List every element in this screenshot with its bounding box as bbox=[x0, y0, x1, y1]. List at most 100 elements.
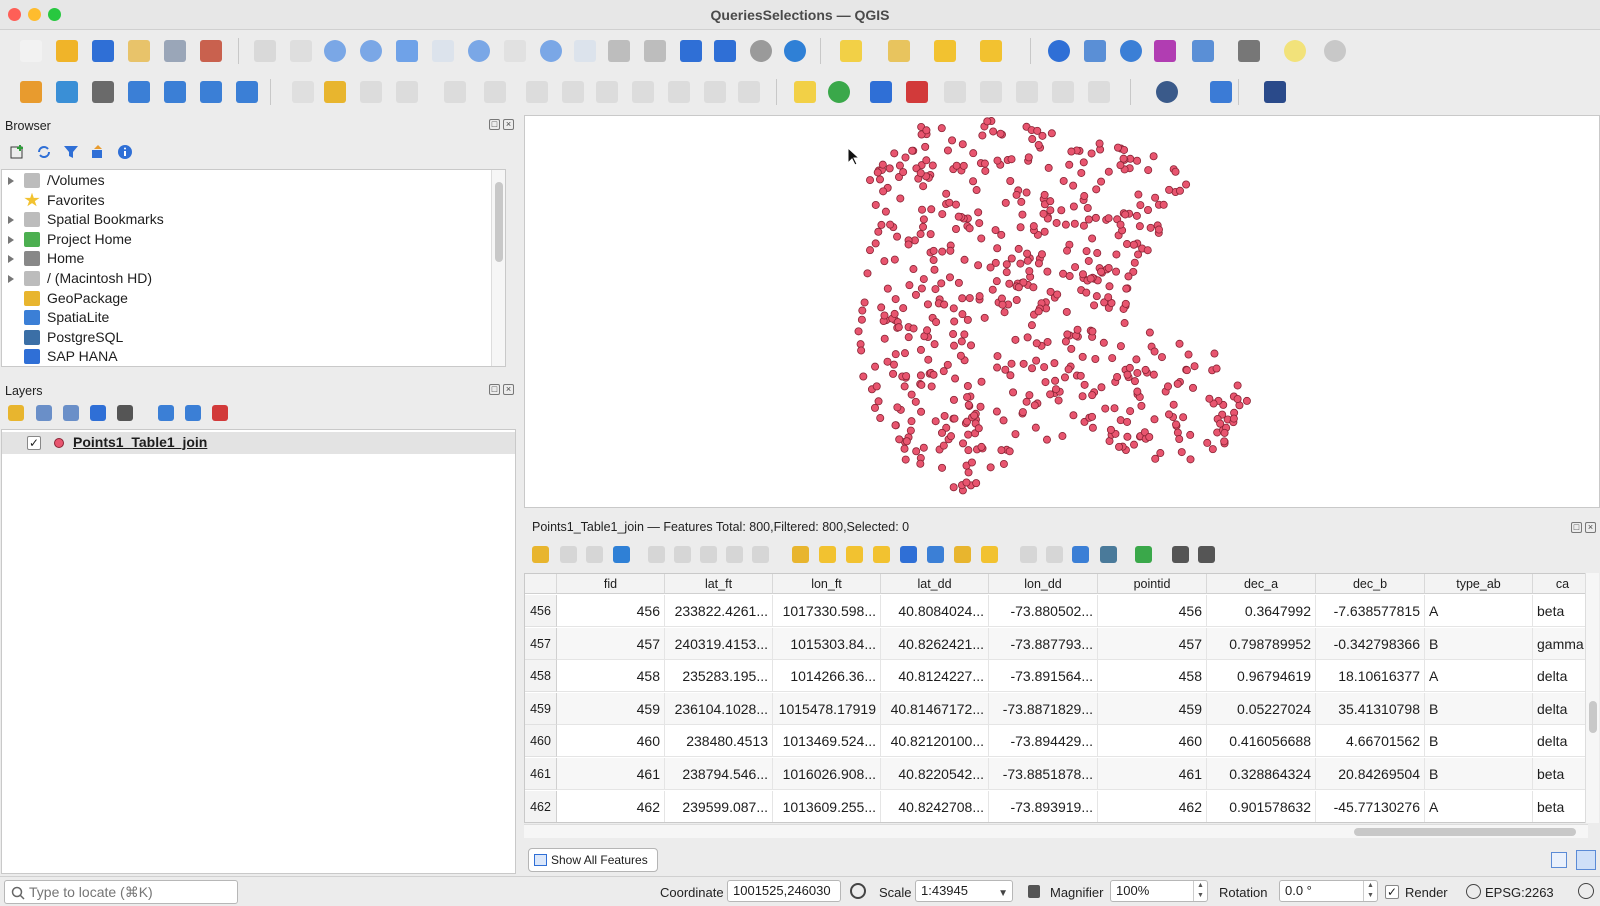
select-by-expression-icon[interactable] bbox=[792, 546, 809, 563]
table-cell[interactable]: 0.416056688 bbox=[1207, 725, 1316, 758]
filter-expression-icon[interactable] bbox=[117, 405, 133, 421]
delete-field-icon[interactable] bbox=[1072, 546, 1089, 563]
open-field-calculator-button[interactable] bbox=[1080, 36, 1110, 66]
float-panel-icon[interactable]: □ bbox=[489, 384, 500, 395]
reload-table-icon[interactable] bbox=[613, 546, 630, 563]
show-bookmarks-button[interactable] bbox=[710, 36, 740, 66]
table-cell[interactable]: B bbox=[1425, 758, 1533, 790]
redo-button[interactable] bbox=[734, 77, 764, 107]
table-cell[interactable]: 235283.195... bbox=[665, 660, 773, 693]
crs-label[interactable]: EPSG:2263 bbox=[1485, 885, 1554, 900]
column-header[interactable]: type_ab bbox=[1425, 574, 1533, 594]
refresh-button[interactable] bbox=[780, 36, 810, 66]
scale-combobox[interactable]: 1:43945 ▼ bbox=[915, 880, 1013, 902]
properties-info-icon[interactable] bbox=[114, 141, 136, 163]
table-cell[interactable]: 0.328864324 bbox=[1207, 758, 1316, 790]
browser-item[interactable]: Home bbox=[2, 249, 492, 268]
undo-button[interactable] bbox=[700, 77, 730, 107]
grid-horizontal-scrollbar[interactable] bbox=[524, 824, 1588, 838]
field-calculator-icon[interactable] bbox=[1135, 546, 1152, 563]
identify-features-button[interactable] bbox=[1044, 36, 1074, 66]
layout-manager-button[interactable] bbox=[160, 36, 190, 66]
table-cell[interactable]: 35.41310798 bbox=[1316, 692, 1425, 725]
row-header[interactable]: 459 bbox=[525, 692, 557, 725]
delete-selected-icon[interactable] bbox=[674, 546, 691, 563]
table-cell[interactable]: 1014266.36... bbox=[773, 660, 881, 693]
browser-item[interactable]: /Volumes bbox=[2, 171, 492, 190]
table-cell[interactable]: 18.10616377 bbox=[1316, 660, 1425, 693]
toggle-editing-button[interactable] bbox=[320, 77, 350, 107]
table-cell[interactable]: 457 bbox=[557, 627, 665, 660]
zoom-window-button[interactable] bbox=[48, 8, 61, 21]
table-cell[interactable]: 462 bbox=[557, 790, 665, 822]
float-panel-icon[interactable]: □ bbox=[1571, 522, 1582, 533]
table-cell[interactable]: -73.8851878... bbox=[989, 758, 1098, 790]
map-tips-button[interactable] bbox=[1280, 36, 1310, 66]
browser-scrollbar[interactable] bbox=[491, 170, 505, 366]
style-manager-button[interactable] bbox=[196, 36, 226, 66]
table-cell[interactable]: -73.893919... bbox=[989, 790, 1098, 822]
add-spatialite-layer-button[interactable] bbox=[124, 77, 154, 107]
zoom-to-selection-button[interactable] bbox=[428, 36, 458, 66]
table-cell[interactable]: 461 bbox=[557, 758, 665, 790]
deselect-icon[interactable] bbox=[873, 546, 890, 563]
table-cell[interactable]: -73.8871829... bbox=[989, 692, 1098, 725]
layer-row[interactable]: ✓ Points1_Table1_join bbox=[2, 432, 515, 454]
expand-arrow-icon[interactable] bbox=[8, 216, 14, 225]
corner-header[interactable] bbox=[525, 574, 557, 594]
table-cell[interactable]: gamma bbox=[1533, 627, 1589, 660]
row-header[interactable]: 457 bbox=[525, 627, 557, 660]
minimize-window-button[interactable] bbox=[28, 8, 41, 21]
filter-select-icon[interactable] bbox=[900, 546, 917, 563]
coordinate-field[interactable]: 1001525,246030 bbox=[727, 880, 841, 902]
messages-icon[interactable] bbox=[1578, 883, 1594, 899]
table-cell[interactable]: 1017330.598... bbox=[773, 595, 881, 627]
table-cell[interactable]: 1013609.255... bbox=[773, 790, 881, 822]
add-vector-layer-button[interactable] bbox=[52, 77, 82, 107]
paste-features-button[interactable] bbox=[664, 77, 694, 107]
table-cell[interactable]: 40.8084024... bbox=[881, 595, 989, 627]
expand-arrow-icon[interactable] bbox=[8, 255, 14, 264]
row-header[interactable]: 456 bbox=[525, 595, 557, 627]
table-cell[interactable]: -73.891564... bbox=[989, 660, 1098, 693]
table-cell[interactable]: 1015303.84... bbox=[773, 627, 881, 660]
table-cell[interactable]: 40.82120100... bbox=[881, 725, 989, 758]
table-cell[interactable]: 0.3647992 bbox=[1207, 595, 1316, 627]
cut-features-button[interactable] bbox=[592, 77, 622, 107]
zoom-to-selected-icon[interactable] bbox=[981, 546, 998, 563]
table-cell[interactable]: -0.342798366 bbox=[1316, 627, 1425, 660]
add-feature-button[interactable] bbox=[392, 77, 422, 107]
browser-item[interactable]: SAP HANA bbox=[2, 347, 492, 366]
column-header[interactable]: fid bbox=[557, 574, 665, 594]
close-panel-icon[interactable]: × bbox=[1585, 522, 1596, 533]
zoom-native-button[interactable] bbox=[500, 36, 530, 66]
browser-item[interactable]: / (Macintosh HD) bbox=[2, 269, 492, 288]
deselect-all-button[interactable] bbox=[930, 36, 960, 66]
select-by-value-button[interactable] bbox=[884, 36, 914, 66]
modify-attributes-button[interactable] bbox=[480, 77, 510, 107]
locate-search-box[interactable] bbox=[4, 880, 238, 904]
new-3d-map-button[interactable] bbox=[640, 36, 670, 66]
zoom-in-button[interactable] bbox=[320, 36, 350, 66]
rotation-spinbox[interactable]: 0.0 ° ▲ ▼ bbox=[1279, 880, 1378, 902]
settings-gear-button[interactable] bbox=[1320, 36, 1350, 66]
table-cell[interactable]: beta bbox=[1533, 595, 1589, 627]
expand-all-icon[interactable] bbox=[158, 405, 174, 421]
table-cell[interactable]: 456 bbox=[1098, 595, 1207, 627]
form-view-icon[interactable] bbox=[1551, 852, 1567, 868]
column-header[interactable]: lon_ft bbox=[773, 574, 881, 594]
expand-arrow-icon[interactable] bbox=[8, 275, 14, 283]
table-cell[interactable]: 40.8242708... bbox=[881, 790, 989, 822]
table-cell[interactable]: 460 bbox=[1098, 725, 1207, 758]
data-source-manager-button[interactable] bbox=[16, 77, 46, 107]
table-cell[interactable]: 40.8262421... bbox=[881, 627, 989, 660]
table-cell[interactable]: 0.05227024 bbox=[1207, 692, 1316, 725]
table-cell[interactable]: beta bbox=[1533, 758, 1589, 790]
new-geopackage-layer-button[interactable] bbox=[88, 77, 118, 107]
new-bookmark-button[interactable] bbox=[676, 36, 706, 66]
table-cell[interactable]: 458 bbox=[557, 660, 665, 693]
processing-toolbox-button[interactable] bbox=[1116, 36, 1146, 66]
collapse-all-icon[interactable] bbox=[87, 141, 109, 163]
digitize-button[interactable] bbox=[288, 77, 318, 107]
table-cell[interactable]: B bbox=[1425, 725, 1533, 758]
